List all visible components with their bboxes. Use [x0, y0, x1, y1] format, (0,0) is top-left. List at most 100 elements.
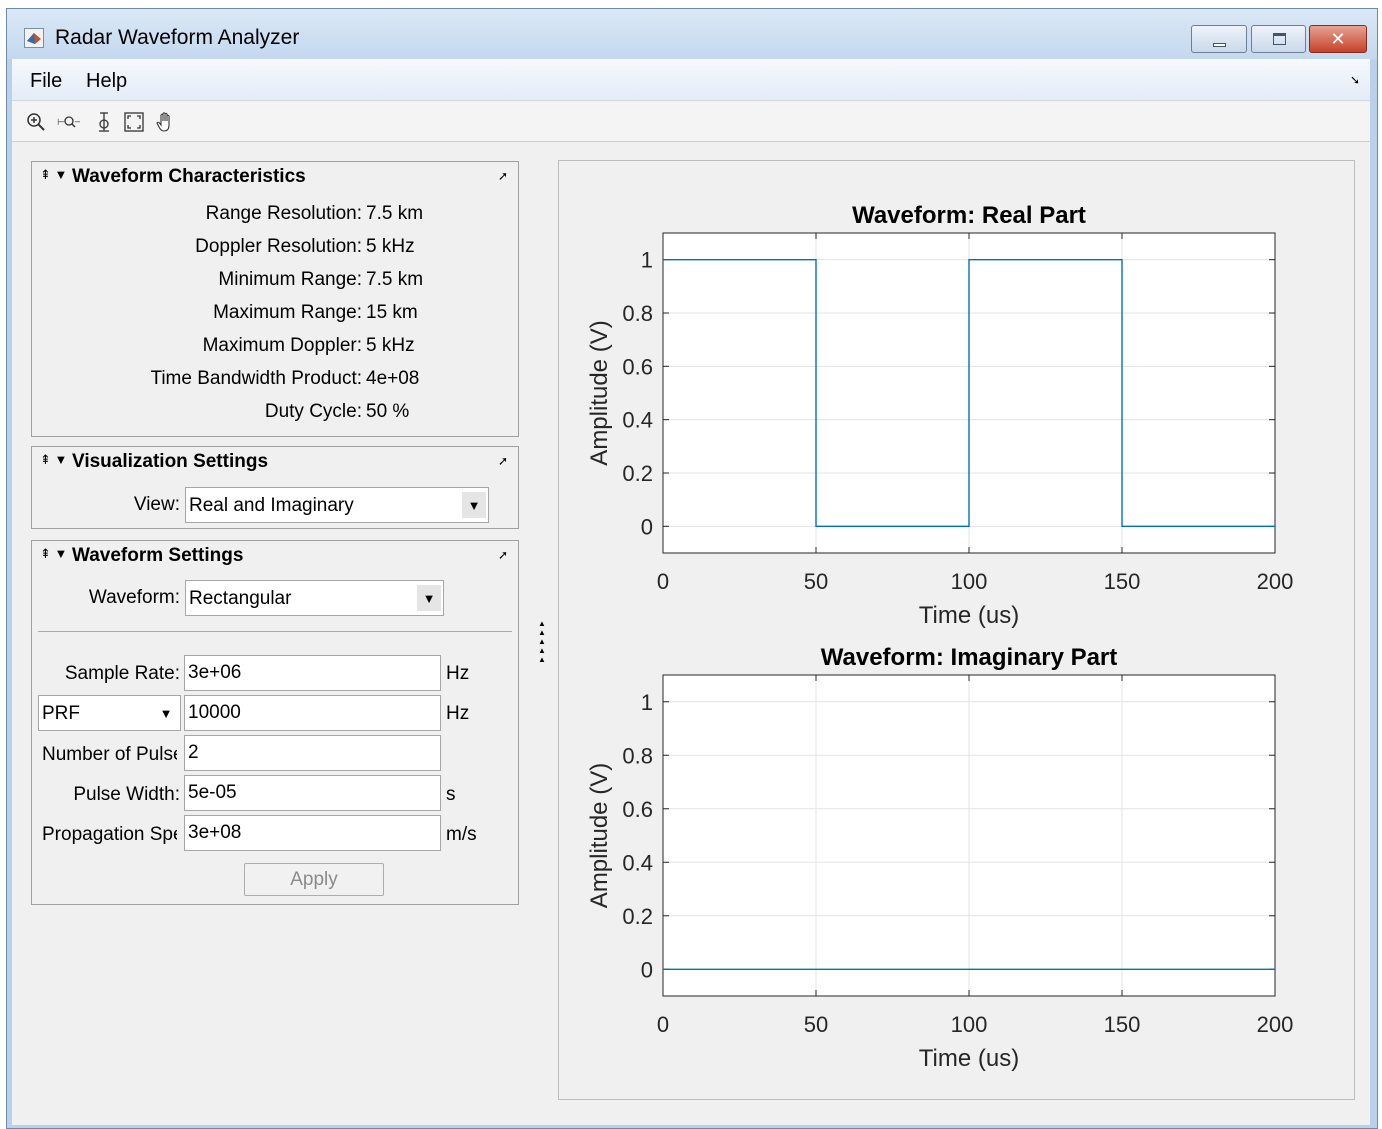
menu-help[interactable]: Help [86, 70, 127, 93]
menu-expand-icon[interactable]: ➘ [1350, 73, 1360, 87]
restore-view-icon[interactable] [122, 110, 146, 134]
time-bandwidth-value: 4e+08 [366, 368, 420, 389]
collapse-toggle-icon[interactable]: ⇞ ▼ [40, 546, 67, 562]
x-tick-label: 0 [657, 1012, 669, 1037]
x-tick-label: 150 [1104, 1012, 1141, 1037]
waveform-characteristics-panel: ⇞ ▼ Waveform Characteristics ➚ Range Res… [31, 161, 519, 437]
figure-content: File Help ➘ ⊢ ⊣ ⇞ ▼ Waveform Characteris… [12, 59, 1370, 1125]
panel-header[interactable]: ⇞ ▼ Visualization Settings ➚ [32, 447, 518, 477]
close-icon: ✕ [1330, 28, 1346, 49]
x-tick-label: 100 [951, 569, 988, 594]
pulse-width-label: Pulse Width: [73, 784, 180, 805]
y-tick-label: 0.8 [622, 743, 653, 768]
maximum-doppler-label: Maximum Doppler: [202, 335, 362, 356]
close-button[interactable]: ✕ [1309, 25, 1367, 53]
chart-title: Waveform: Real Part [852, 202, 1086, 229]
doppler-resolution-value: 5 kHz [366, 236, 415, 257]
divider [38, 631, 512, 632]
zoom-in-icon[interactable] [24, 110, 48, 134]
x-tick-label: 50 [804, 1012, 828, 1037]
prf-dropdown-value: PRF [42, 703, 80, 724]
menu-bar: File Help ➘ [12, 59, 1370, 101]
sample-rate-input[interactable] [184, 655, 441, 691]
matlab-app-icon [24, 28, 44, 48]
y-tick-label: 0.6 [622, 797, 653, 822]
chevron-down-icon: ▼ [462, 492, 486, 518]
panel-header[interactable]: ⇞ ▼ Waveform Settings ➚ [32, 541, 518, 571]
panel-title: Waveform Characteristics [72, 166, 306, 187]
duty-cycle-value: 50 % [366, 401, 410, 422]
time-bandwidth-label: Time Bandwidth Product: [150, 368, 362, 389]
maximize-icon [1273, 33, 1286, 45]
panel-title: Visualization Settings [72, 451, 269, 472]
propagation-speed-label: Propagation Speed: [42, 824, 177, 845]
y-tick-label: 0.4 [622, 408, 653, 433]
panel-collapse-handle[interactable]: ▲ ▲ ▲ ▲ ▲ [538, 619, 546, 675]
y-tick-label: 1 [641, 690, 653, 715]
x-tick-label: 200 [1257, 1012, 1294, 1037]
y-axis-label: Amplitude (V) [586, 763, 613, 908]
view-dropdown[interactable]: Real and Imaginary ▼ [185, 487, 489, 523]
prf-dropdown[interactable]: PRF ▼ [38, 695, 181, 731]
y-tick-label: 1 [641, 248, 653, 273]
x-tick-label: 100 [951, 1012, 988, 1037]
data-cursor-icon[interactable] [92, 110, 116, 134]
maximum-range-value: 15 km [366, 302, 418, 323]
x-tick-label: 200 [1257, 569, 1294, 594]
view-label: View: [133, 494, 180, 515]
number-of-pulses-label: Number of Pulses: [42, 744, 177, 765]
window-title: Radar Waveform Analyzer [55, 26, 300, 49]
undock-icon[interactable]: ➚ [498, 454, 508, 468]
duty-cycle-label: Duty Cycle: [264, 401, 362, 422]
pan-hand-icon[interactable] [154, 110, 178, 134]
panel-title: Waveform Settings [72, 545, 244, 566]
maximum-range-label: Maximum Range: [213, 302, 362, 323]
collapse-toggle-icon[interactable]: ⇞ ▼ [40, 452, 67, 468]
doppler-resolution-label: Doppler Resolution: [195, 236, 362, 257]
pulse-width-input[interactable] [184, 775, 441, 811]
propagation-speed-unit: m/s [446, 824, 477, 845]
propagation-speed-input[interactable] [184, 815, 441, 851]
x-tick-label: 50 [804, 569, 828, 594]
plot-area: 0 50 100 150 200 0 0.2 0.4 0.6 0.8 1 Waveform: Real… [558, 160, 1355, 1100]
range-resolution-value: 7.5 km [366, 203, 424, 224]
waveform-settings-panel: ⇞ ▼ Waveform Settings ➚ Waveform: Rectan… [31, 540, 519, 905]
minimum-range-label: Minimum Range: [218, 269, 362, 290]
minimize-icon [1213, 43, 1226, 47]
waveform-dropdown-value: Rectangular [189, 588, 292, 609]
y-tick-label: 0 [641, 957, 653, 982]
undock-icon[interactable]: ➚ [498, 548, 508, 562]
minimum-range-value: 7.5 km [366, 269, 424, 290]
waveform-dropdown[interactable]: Rectangular ▼ [185, 580, 444, 616]
sample-rate-unit: Hz [446, 663, 470, 684]
plots-svg[interactable]: 0 50 100 150 20000.20.40.60.81Waveform: Real… [559, 161, 1354, 1099]
maximum-doppler-value: 5 kHz [366, 335, 415, 356]
toolbar: ⊢ ⊣ [12, 102, 1370, 142]
range-resolution-label: Range Resolution: [205, 203, 362, 224]
minimize-button[interactable] [1191, 25, 1247, 53]
panel-header[interactable]: ⇞ ▼ Waveform Characteristics ➚ [32, 162, 518, 192]
apply-button[interactable]: Apply [244, 863, 384, 896]
prf-input[interactable] [184, 695, 441, 731]
y-tick-label: 0.2 [622, 461, 653, 486]
app-window: Radar Waveform Analyzer ✕ File Help ➘ ⊢ ⊣ [6, 8, 1378, 1129]
x-axis-label: Time (us) [919, 602, 1019, 629]
prf-unit: Hz [446, 703, 470, 724]
x-tick-label: 150 [1104, 569, 1141, 594]
svg-text:⊢: ⊢ [57, 118, 65, 128]
y-tick-label: 0.6 [622, 354, 653, 379]
x-tick-label: 0 [657, 569, 669, 594]
number-of-pulses-input[interactable] [184, 735, 441, 771]
chevron-down-icon: ▼ [417, 585, 441, 611]
menu-file[interactable]: File [30, 70, 62, 93]
view-dropdown-value: Real and Imaginary [189, 495, 354, 516]
pulse-width-unit: s [446, 784, 456, 805]
chart-title: Waveform: Imaginary Part [821, 644, 1118, 671]
waveform-label: Waveform: [88, 587, 180, 608]
title-bar[interactable]: Radar Waveform Analyzer ✕ [7, 9, 1377, 59]
maximize-button[interactable] [1251, 25, 1306, 53]
undock-icon[interactable]: ➚ [498, 169, 508, 183]
x-axis-label: Time (us) [919, 1045, 1019, 1072]
collapse-toggle-icon[interactable]: ⇞ ▼ [40, 167, 67, 183]
zoom-out-icon[interactable]: ⊢ ⊣ [56, 110, 82, 134]
